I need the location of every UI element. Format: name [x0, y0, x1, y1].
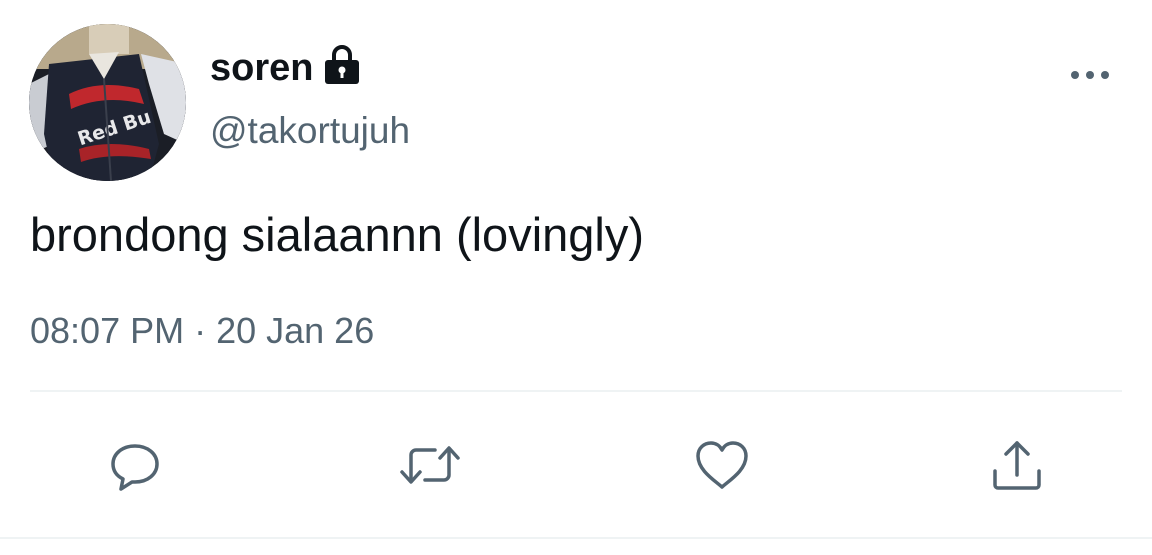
tweet-time: 08:07 PM — [30, 310, 185, 351]
more-horizontal-icon — [1071, 71, 1109, 79]
author-handle[interactable]: @takortujuh — [210, 110, 410, 152]
more-options-button[interactable] — [1062, 58, 1118, 92]
meta-separator: · — [194, 310, 207, 351]
retweet-button[interactable] — [390, 425, 470, 505]
heart-icon — [696, 441, 748, 489]
tweet-timestamp[interactable]: 08:07 PM · 20 Jan 26 — [30, 310, 374, 352]
divider — [30, 390, 1122, 392]
retweet-icon — [400, 446, 460, 484]
avatar[interactable]: Red Bu — [29, 24, 186, 181]
bottom-divider — [0, 537, 1152, 539]
share-icon — [993, 441, 1041, 490]
avatar-image: Red Bu — [29, 24, 186, 181]
tweet-card: Red Bu soren @takortujuh brondong sialaa… — [0, 0, 1152, 555]
tweet-text: brondong sialaannn (lovingly) — [30, 208, 645, 261]
reply-icon — [111, 444, 159, 491]
tweet-date: 20 Jan 26 — [216, 310, 375, 351]
reply-button[interactable] — [95, 425, 175, 505]
action-bar — [0, 425, 1152, 505]
display-name[interactable]: soren — [210, 47, 313, 90]
share-button[interactable] — [977, 425, 1057, 505]
author-name-row: soren — [210, 38, 361, 98]
lock-icon — [323, 44, 361, 86]
like-button[interactable] — [682, 425, 762, 505]
